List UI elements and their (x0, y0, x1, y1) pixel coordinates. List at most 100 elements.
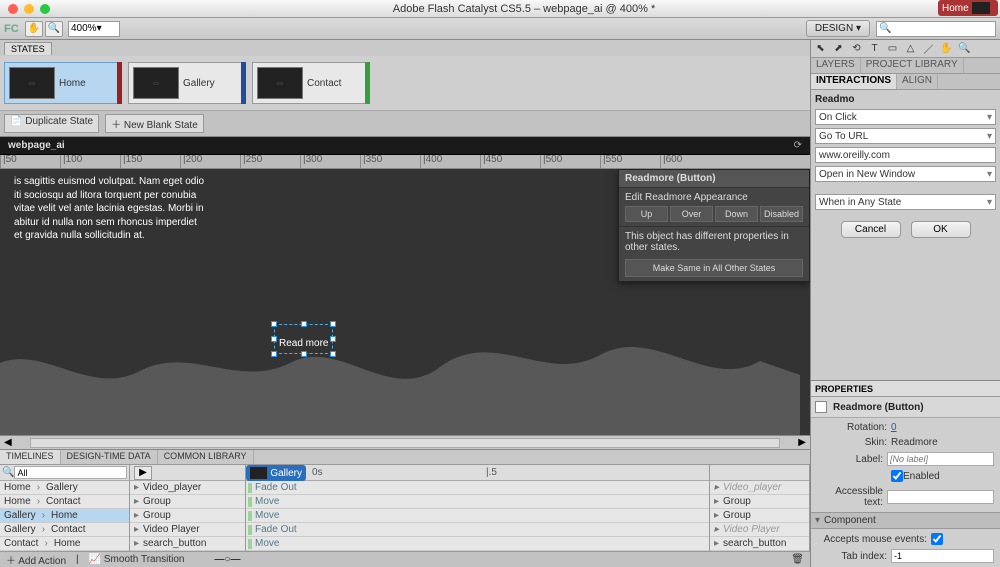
timeline-layer[interactable]: ▸Group (710, 495, 809, 509)
tab-properties[interactable]: PROPERTIES (811, 381, 1000, 397)
state-down-button[interactable]: Down (715, 206, 758, 222)
transition-search-input[interactable] (14, 466, 127, 479)
state-gallery[interactable]: ▭Gallery (128, 62, 246, 104)
timeline-layer[interactable]: ▸search_button (710, 537, 809, 551)
minimize-icon[interactable] (24, 4, 34, 14)
transition-row[interactable]: Home›Gallery (0, 481, 129, 495)
top-toolbar: FC ✋ 🔍 400%▾ DESIGN ▾ 🔍 (0, 18, 1000, 40)
interactions-title: Readmo (811, 90, 1000, 105)
target-select[interactable]: Open in New Window▾ (815, 166, 996, 182)
accessible-text-field[interactable] (887, 490, 994, 504)
action-row[interactable]: Move (246, 495, 709, 509)
hand-tool-icon[interactable]: ✋ (25, 21, 43, 37)
zoom-select[interactable]: 400%▾ (68, 21, 120, 37)
state-over-button[interactable]: Over (670, 206, 713, 222)
hud-title: Readmore (Button) (619, 170, 809, 188)
transition-row[interactable]: Contact›Home (0, 537, 129, 551)
hand-tool-icon[interactable]: ✋ (939, 42, 954, 56)
state-up-button[interactable]: Up (625, 206, 668, 222)
mouse-events-checkbox[interactable] (931, 533, 943, 545)
close-icon[interactable] (8, 4, 18, 14)
url-input[interactable]: www.oreilly.com (815, 147, 996, 163)
action-row[interactable]: Move (246, 537, 709, 551)
timelines-panel: TIMELINES DESIGN-TIME DATA COMMON LIBRAR… (0, 449, 810, 567)
action-select[interactable]: Go To URL▾ (815, 128, 996, 144)
rect-tool-icon[interactable]: ▭ (885, 42, 900, 56)
duplicate-state-button[interactable]: 📄 Duplicate State (4, 114, 99, 133)
timeline-layer[interactable]: ▸Video Player (710, 523, 809, 537)
tab-layers[interactable]: LAYERS (811, 58, 861, 73)
design-canvas[interactable]: is sagittis euismod volutpat. Nam eget o… (0, 169, 810, 435)
state-contact[interactable]: ▭Contact (252, 62, 370, 104)
timeline-layer[interactable]: ▸Video Player (130, 523, 245, 537)
search-input[interactable]: 🔍 (876, 21, 996, 37)
play-button[interactable]: ▶ (134, 466, 152, 480)
new-blank-state-button[interactable]: ＋ New Blank State (105, 114, 204, 133)
enabled-checkbox[interactable] (891, 470, 903, 482)
document-tab[interactable]: webpage_ai (0, 138, 73, 153)
timeline-layer[interactable]: ▸Group (130, 509, 245, 523)
condition-select[interactable]: When in Any State▾ (815, 194, 996, 210)
selection-tool-icon[interactable]: ⬉ (813, 42, 828, 56)
workspace-switcher[interactable]: DESIGN ▾ (806, 20, 870, 37)
background-art (0, 275, 800, 435)
document-tab-bar: webpage_ai ⟳ (0, 137, 810, 155)
transition-row[interactable]: Gallery›Home (0, 509, 129, 523)
visibility-toggle[interactable] (815, 401, 827, 413)
tab-align[interactable]: ALIGN (897, 74, 938, 89)
tab-project-library[interactable]: PROJECT LIBRARY (861, 58, 964, 73)
transition-row[interactable]: Home›Contact (0, 495, 129, 509)
timeline-layer[interactable]: ▸search_button (130, 537, 245, 551)
tab-common-library[interactable]: COMMON LIBRARY (158, 450, 254, 464)
zoom-icon[interactable] (40, 4, 50, 14)
ok-button[interactable]: OK (911, 221, 971, 238)
tab-design-time-data[interactable]: DESIGN-TIME DATA (61, 450, 158, 464)
tab-index-field[interactable] (891, 549, 994, 563)
timeline-layer[interactable]: ▸Group (710, 509, 809, 523)
direct-selection-tool-icon[interactable]: ⬈ (831, 42, 846, 56)
triangle-tool-icon[interactable]: △ (903, 42, 918, 56)
skin-field[interactable]: Readmore (891, 437, 938, 448)
state-home[interactable]: ▭Home (4, 62, 122, 104)
search-icon: 🔍 (879, 23, 891, 34)
label-field[interactable] (887, 452, 994, 466)
readmore-button[interactable]: Read more (274, 324, 333, 354)
zoom-tool-icon[interactable]: 🔍 (957, 42, 972, 56)
tools-row: ⬉ ⬈ ⟲ T ▭ △ ／ ✋ 🔍 (811, 40, 1000, 58)
action-row[interactable]: Fade Out (246, 481, 709, 495)
tab-interactions[interactable]: INTERACTIONS (811, 74, 897, 89)
rotation-field[interactable]: 0 (891, 422, 897, 433)
component-hud: Readmore (Button) Edit Readmore Appearan… (618, 169, 810, 282)
app-logo: FC (4, 23, 24, 35)
cancel-button[interactable]: Cancel (841, 221, 901, 238)
selection-name: Readmore (Button) (833, 402, 924, 413)
transform-tool-icon[interactable]: ⟲ (849, 42, 864, 56)
to-state-marker[interactable]: Home (938, 0, 998, 16)
line-tool-icon[interactable]: ／ (921, 42, 936, 56)
hud-note: This object has different properties in … (625, 231, 803, 253)
action-row[interactable]: Move (246, 509, 709, 523)
title-bar: Adobe Flash Catalyst CS5.5 – webpage_ai … (0, 0, 1000, 18)
state-disabled-button[interactable]: Disabled (760, 206, 803, 222)
refresh-icon[interactable]: ⟳ (786, 140, 810, 151)
add-action-button[interactable]: ＋ Add Action (6, 552, 66, 567)
timeline-layer[interactable]: ▸Video_player (130, 481, 245, 495)
hud-section-label: Edit Readmore Appearance (625, 192, 803, 203)
transition-row[interactable]: Gallery›Contact (0, 523, 129, 537)
timeline-layer[interactable]: ▸Group (130, 495, 245, 509)
text-tool-icon[interactable]: T (867, 42, 882, 56)
zoom-tool-icon[interactable]: 🔍 (45, 21, 63, 37)
search-icon: 🔍 (2, 467, 14, 478)
action-row[interactable]: Fade Out (246, 523, 709, 537)
component-section[interactable]: ▾Component (811, 512, 1000, 529)
make-same-button[interactable]: Make Same in All Other States (625, 259, 803, 277)
app-title: Adobe Flash Catalyst CS5.5 – webpage_ai … (56, 3, 992, 15)
horizontal-scrollbar[interactable]: ◀▶ (0, 435, 810, 449)
from-state-marker[interactable]: Gallery (246, 465, 306, 481)
right-panel: ⬉ ⬈ ⟲ T ▭ △ ／ ✋ 🔍 LAYERS PROJECT LIBRARY… (810, 40, 1000, 567)
event-select[interactable]: On Click▾ (815, 109, 996, 125)
smooth-transition-button[interactable]: 📈 Smooth Transition (89, 554, 185, 565)
tab-timelines[interactable]: TIMELINES (0, 450, 61, 464)
states-panel: STATES ▭Home ▭Gallery ▭Contact 📄 Duplica… (0, 40, 810, 137)
timeline-layer[interactable]: ▸Video_player (710, 481, 809, 495)
